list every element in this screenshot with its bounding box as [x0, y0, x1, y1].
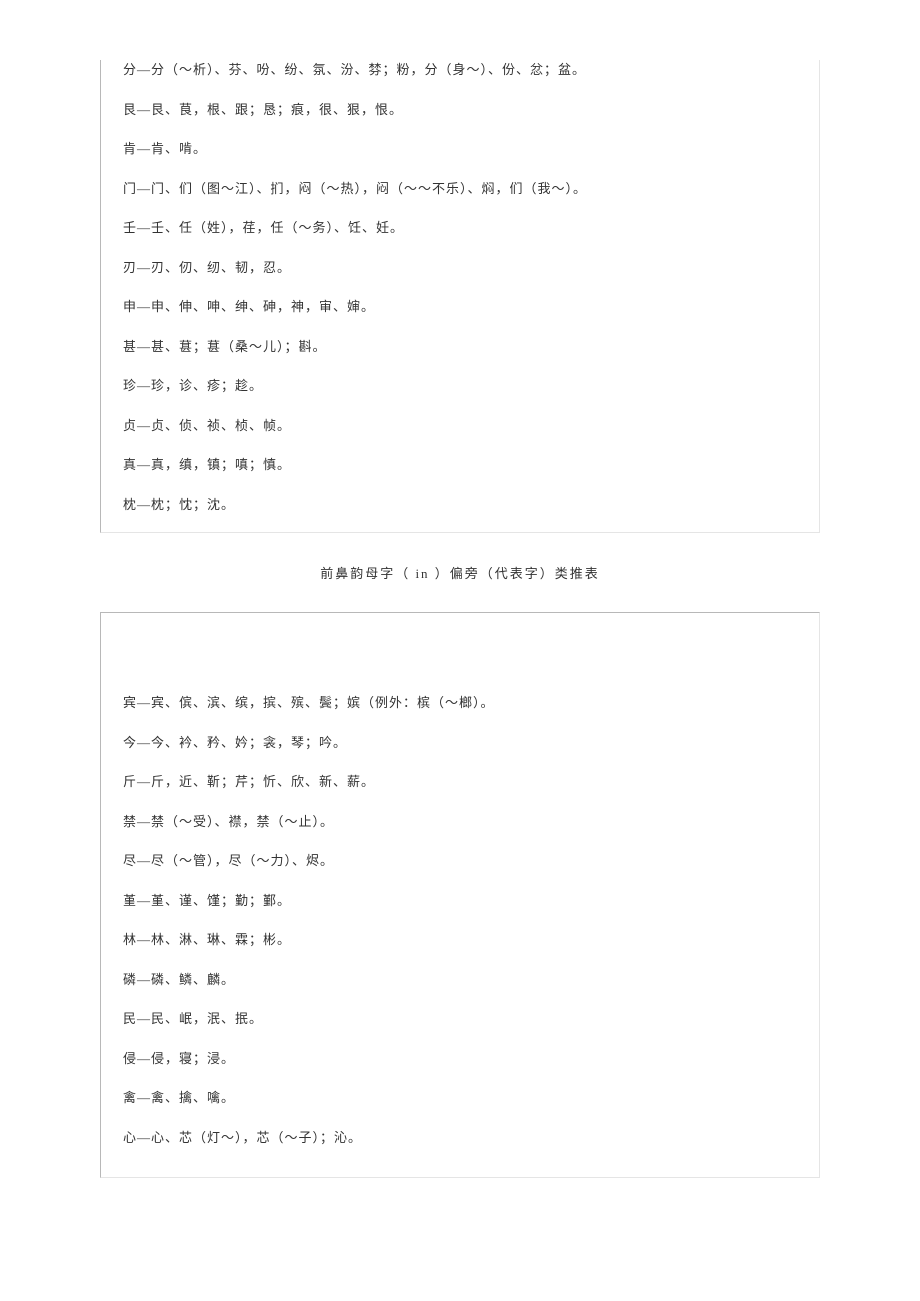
entry-line: 林—林、淋、琳、霖；彬。 — [123, 930, 797, 950]
character-table-box-en: 分—分（～析）、芬、吩、纷、氛、汾、棼；粉，分（身～）、份、忿；盆。 艮—艮、茛… — [100, 60, 820, 533]
entry-line: 门—门、们（图～江）、扪，闷（～热），闷（～～不乐）、焖，们（我～）。 — [123, 179, 797, 199]
character-table-box-in: 宾—宾、傧、滨、缤，摈、殡、鬓；嫔（例外：槟（～榔）。 今—今、衿、矜、妗；衾，… — [100, 612, 820, 1178]
entry-line: 民—民、岷，泯、抿。 — [123, 1009, 797, 1029]
entry-line: 申—申、伸、呻、绅、砷，神，审、婶。 — [123, 297, 797, 317]
entry-line: 艮—艮、茛，根、跟；恳；痕，很、狠，恨。 — [123, 100, 797, 120]
entry-line: 侵—侵，寝；浸。 — [123, 1049, 797, 1069]
entry-line: 斤—斤，近、靳；芹；忻、欣、新、薪。 — [123, 772, 797, 792]
entry-line: 贞—贞、侦、祯、桢、帧。 — [123, 416, 797, 436]
entry-line: 禽—禽、擒、噙。 — [123, 1088, 797, 1108]
entry-line: 甚—甚、葚；葚（桑～儿）；斟。 — [123, 337, 797, 357]
entry-line: 真—真，缜，镇；嗔；慎。 — [123, 455, 797, 475]
entry-line: 禁—禁（～受）、襟，禁（～止）。 — [123, 812, 797, 832]
entry-line: 壬—壬、任（姓），荏，任（～务）、饪、妊。 — [123, 218, 797, 238]
entry-line: 心—心、芯（灯～），芯（～子）；沁。 — [123, 1128, 797, 1148]
section-title: 前鼻韵母字（ in ）偏旁（代表字）类推表 — [100, 563, 820, 582]
entry-line: 珍—珍，诊、疹；趁。 — [123, 376, 797, 396]
entry-line: 尽—尽（～管），尽（～力）、烬。 — [123, 851, 797, 871]
entry-line: 刃—刃、仞、纫、韧，忍。 — [123, 258, 797, 278]
entry-line: 肯—肯、啃。 — [123, 139, 797, 159]
entry-line: 分—分（～析）、芬、吩、纷、氛、汾、棼；粉，分（身～）、份、忿；盆。 — [123, 60, 797, 80]
entry-line: 枕—枕；忱；沈。 — [123, 495, 797, 515]
entry-line: 磷—磷、鳞、麟。 — [123, 970, 797, 990]
entry-line: 堇—堇、谨、馑；勤；鄞。 — [123, 891, 797, 911]
entry-line: 宾—宾、傧、滨、缤，摈、殡、鬓；嫔（例外：槟（～榔）。 — [123, 693, 797, 713]
entry-line: 今—今、衿、矜、妗；衾，琴；吟。 — [123, 733, 797, 753]
